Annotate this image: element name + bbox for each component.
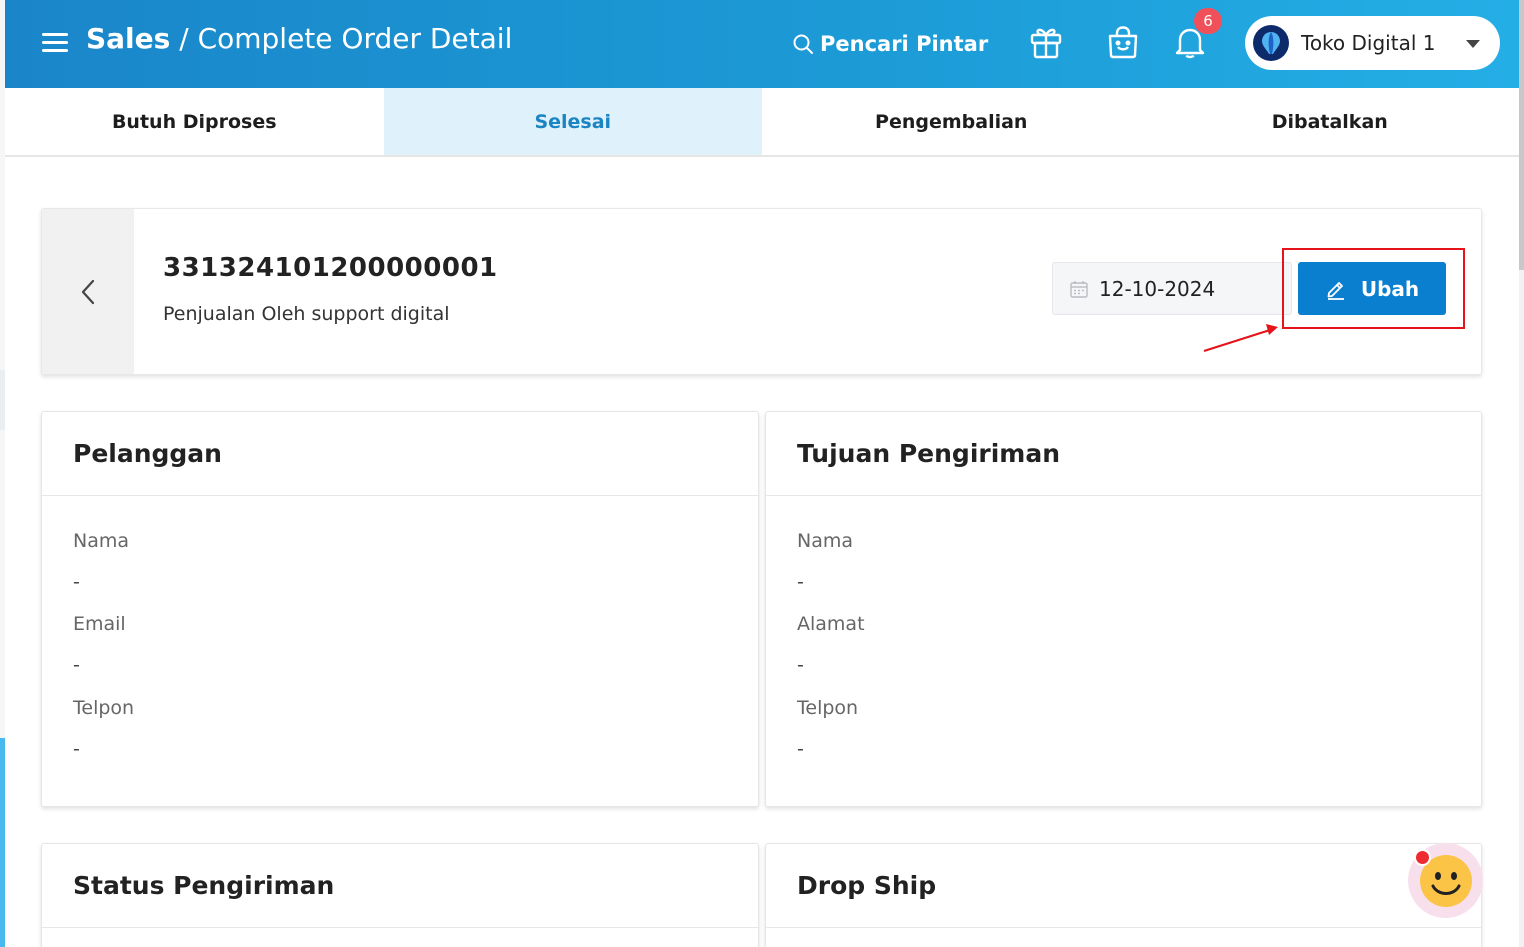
smart-search-label: Pencari Pintar xyxy=(820,32,989,56)
order-subtitle: Penjualan Oleh support digital xyxy=(163,303,450,325)
tab-selesai[interactable]: Selesai xyxy=(383,88,762,155)
page-title: Sales / Complete Order Detail xyxy=(86,22,512,55)
chevron-down-icon xyxy=(1466,40,1480,48)
menu-icon[interactable] xyxy=(42,33,68,55)
order-date-field[interactable]: 12-10-2024 xyxy=(1052,262,1292,315)
tab-dibatalkan[interactable]: Dibatalkan xyxy=(1141,88,1520,155)
customer-name-label: Nama xyxy=(73,530,130,552)
search-icon xyxy=(793,34,813,54)
shipping-destination-panel: Tujuan Pengiriman Nama - Alamat - Telpon… xyxy=(765,411,1482,807)
shipping-phone-value: - xyxy=(797,738,804,760)
gift-icon[interactable] xyxy=(1026,22,1066,62)
customer-email-label: Email xyxy=(73,613,126,635)
chevron-left-icon xyxy=(81,279,95,304)
edit-button-label: Ubah xyxy=(1360,276,1420,301)
order-status-tabs: Butuh Diproses Selesai Pengembalian Diba… xyxy=(5,88,1519,157)
shipping-name-label: Nama xyxy=(797,530,854,552)
annotation-arrow xyxy=(1203,324,1278,353)
tab-butuh-diproses[interactable]: Butuh Diproses xyxy=(5,88,384,155)
customer-panel: Pelanggan Nama - Email - Telpon - xyxy=(41,411,759,807)
edit-button[interactable]: Ubah xyxy=(1298,262,1446,315)
shipping-phone-label: Telpon xyxy=(797,697,859,719)
back-button[interactable] xyxy=(42,209,134,374)
shipping-address-value: - xyxy=(797,654,804,676)
shipping-panel-title: Tujuan Pengiriman xyxy=(766,412,1481,496)
notification-badge: 6 xyxy=(1194,8,1222,34)
shipping-address-label: Alamat xyxy=(797,613,865,635)
customer-panel-title: Pelanggan xyxy=(42,412,758,496)
tab-pengembalian[interactable]: Pengembalian xyxy=(762,88,1141,155)
app-window: Sales / Complete Order Detail Pencari Pi… xyxy=(5,0,1519,947)
page-title-detail: / Complete Order Detail xyxy=(170,22,513,55)
calendar-icon xyxy=(1070,280,1088,298)
store-logo xyxy=(1253,25,1289,61)
customer-email-value: - xyxy=(73,654,80,676)
customer-phone-label: Telpon xyxy=(73,697,135,719)
shopping-bag-icon[interactable] xyxy=(1103,22,1143,62)
store-selector[interactable]: Toko Digital 1 xyxy=(1245,16,1500,70)
drop-ship-panel: Drop Ship xyxy=(765,843,1482,947)
customer-name-value: - xyxy=(73,571,80,593)
order-summary-card: 331324101200000001 Penjualan Oleh suppor… xyxy=(41,208,1482,375)
shipping-name-value: - xyxy=(797,571,804,593)
order-date-value: 12-10-2024 xyxy=(1099,276,1216,301)
scrollbar-thumb[interactable] xyxy=(1519,0,1524,270)
smart-search-button[interactable]: Pencari Pintar xyxy=(792,28,988,60)
chat-notification-dot xyxy=(1414,849,1431,866)
drop-ship-title: Drop Ship xyxy=(766,844,1481,928)
edit-icon xyxy=(1327,281,1344,300)
store-name: Toko Digital 1 xyxy=(1301,31,1436,55)
order-number: 331324101200000001 xyxy=(163,253,498,283)
top-bar: Sales / Complete Order Detail Pencari Pi… xyxy=(5,0,1519,88)
shipping-status-panel: Status Pengiriman xyxy=(41,843,759,947)
shipping-status-title: Status Pengiriman xyxy=(42,844,758,928)
page-title-section: Sales xyxy=(86,22,171,55)
customer-phone-value: - xyxy=(73,738,80,760)
